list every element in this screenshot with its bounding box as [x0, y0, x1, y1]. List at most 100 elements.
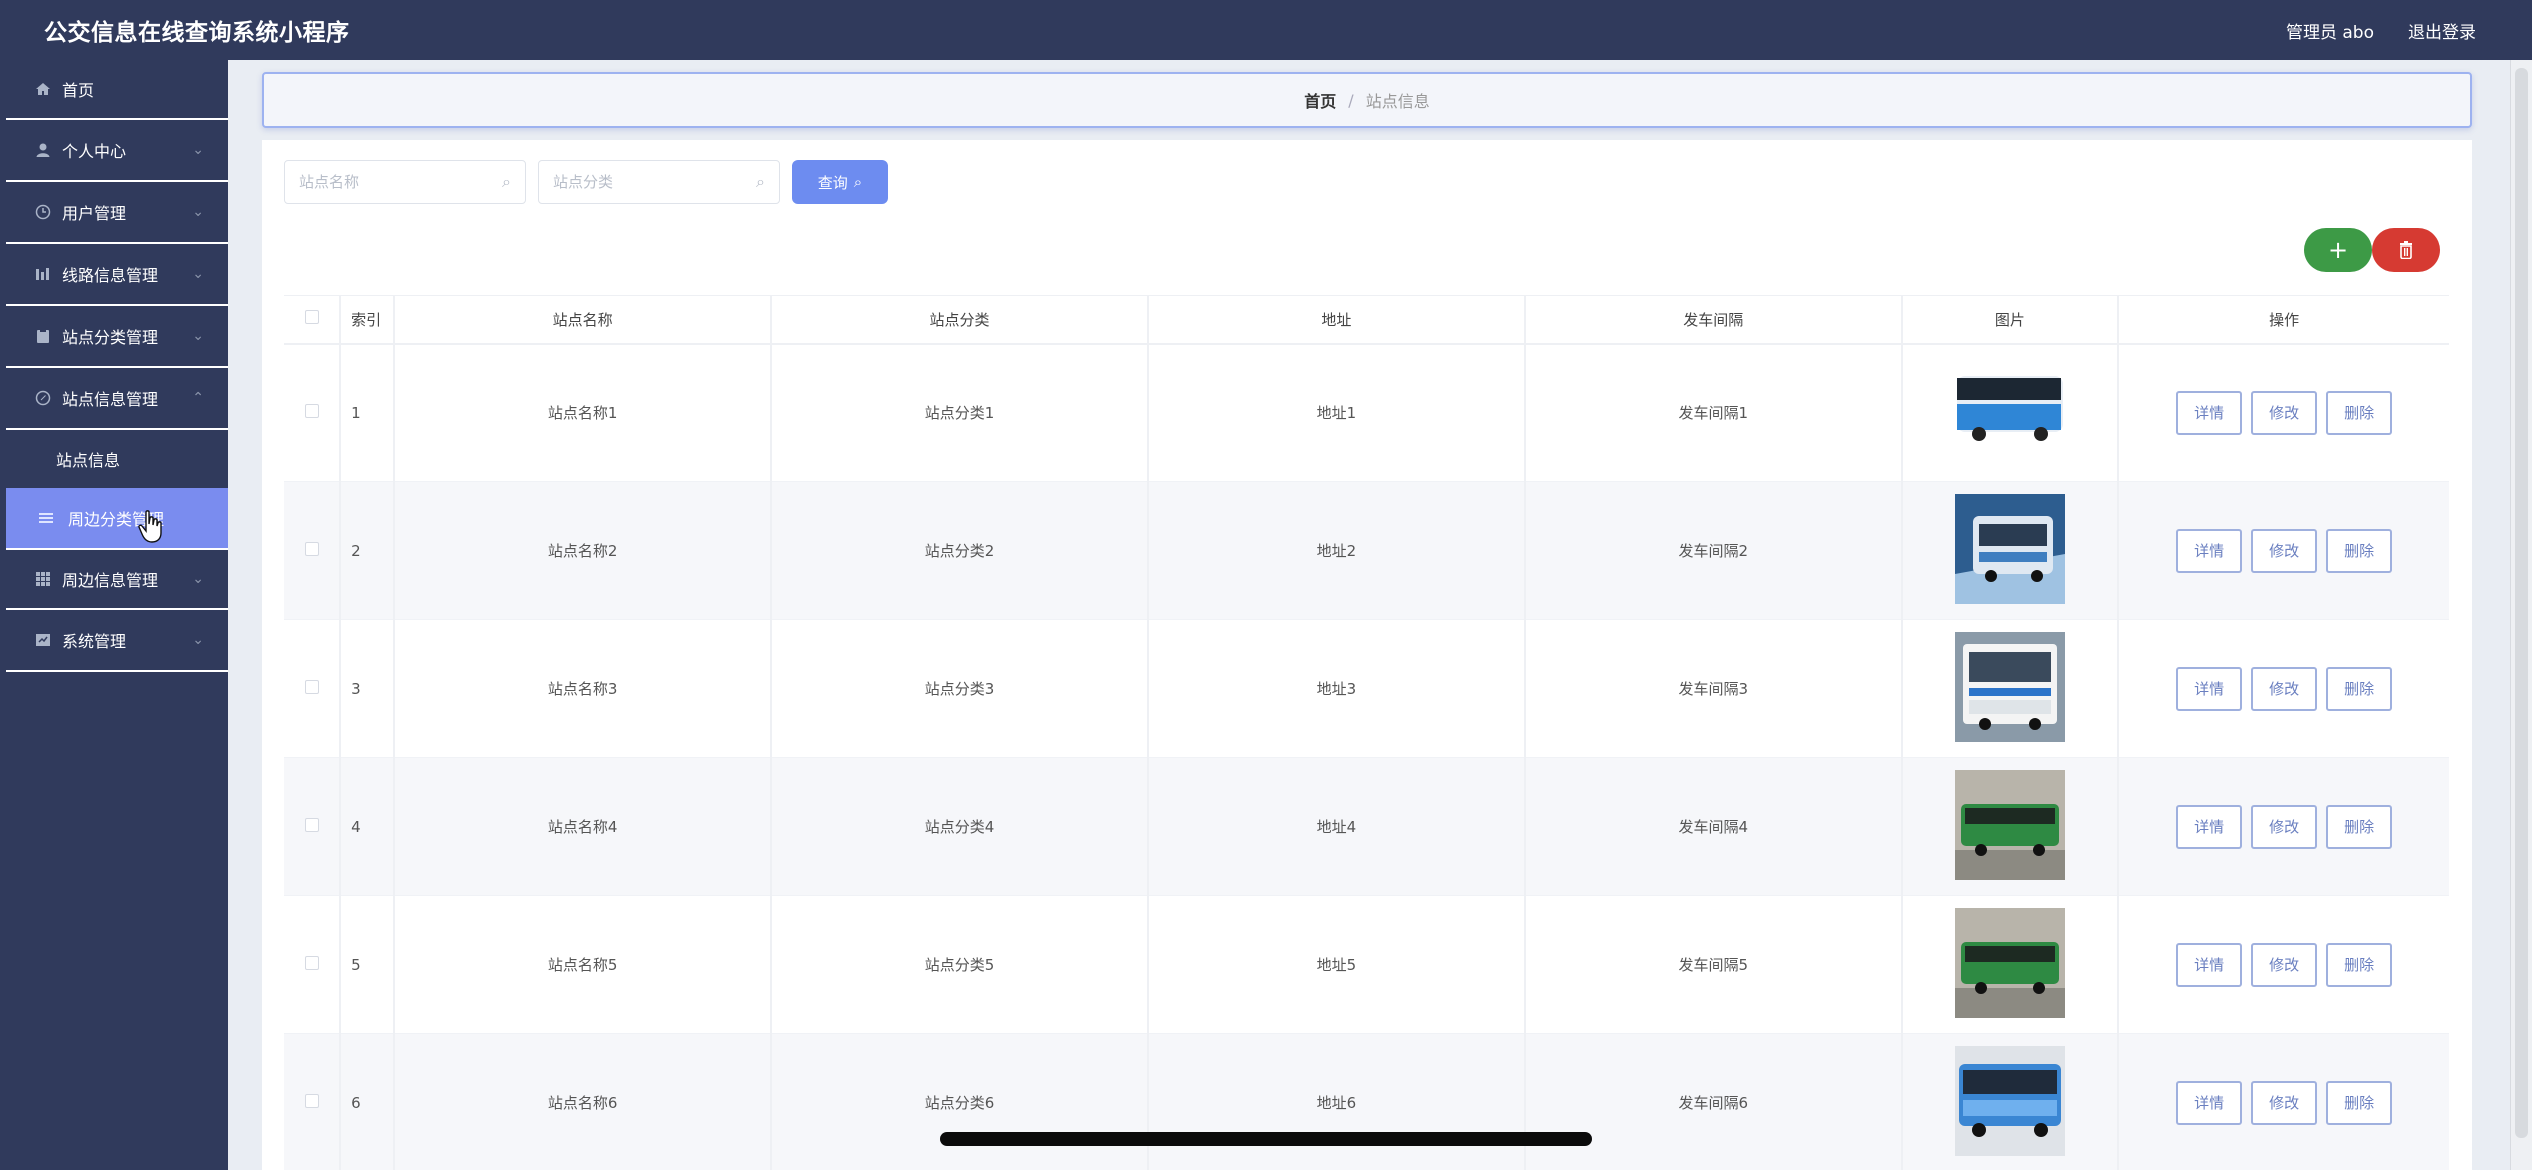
table-row: 2 站点名称2 站点分类2 地址2 发车间隔2 详情 修改 删除: [284, 481, 2449, 620]
row-checkbox[interactable]: [304, 1093, 319, 1108]
bus-thumbnail[interactable]: [1954, 493, 2065, 604]
sidebar-subitem-station-info[interactable]: 站点信息: [6, 430, 228, 488]
sidebar-item-label: 首页: [62, 81, 95, 100]
detail-button[interactable]: 详情: [2176, 1080, 2243, 1125]
row-interval: 发车间隔1: [1524, 343, 1903, 482]
sidebar-item-surrounding-info-management[interactable]: 周边信息管理 ⌄: [6, 548, 228, 610]
row-address: 地址5: [1147, 895, 1526, 1034]
query-button[interactable]: 查询 ⌕: [792, 160, 888, 204]
row-checkbox[interactable]: [304, 679, 319, 694]
row-image-cell: [1901, 757, 2120, 896]
row-station-name: 站点名称1: [394, 343, 773, 482]
detail-button[interactable]: 详情: [2176, 390, 2243, 435]
header-operations: 操作: [2118, 295, 2449, 345]
station-category-input[interactable]: [553, 173, 757, 191]
chevron-down-icon: ⌄: [192, 571, 204, 587]
edit-button[interactable]: 修改: [2251, 390, 2318, 435]
edit-button[interactable]: 修改: [2251, 666, 2318, 711]
sidebar-item-system-management[interactable]: 系统管理 ⌄: [6, 610, 228, 672]
row-address: 地址1: [1147, 343, 1526, 482]
add-button[interactable]: +: [2304, 228, 2372, 272]
row-interval: 发车间隔3: [1524, 619, 1903, 758]
select-all-checkbox[interactable]: [304, 310, 319, 325]
clipboard-icon: [32, 328, 54, 344]
table-row: 5 站点名称5 站点分类5 地址5 发车间隔5 详情 修改 删除: [284, 895, 2449, 1034]
delete-button[interactable]: 删除: [2326, 528, 2393, 573]
detail-button[interactable]: 详情: [2176, 666, 2243, 711]
edit-button[interactable]: 修改: [2251, 528, 2318, 573]
row-checkbox-cell: [284, 1033, 342, 1170]
sidebar-subitem-surrounding-category[interactable]: 周边分类管理: [6, 488, 228, 548]
header-image: 图片: [1901, 295, 2120, 345]
row-image-cell: [1901, 481, 2120, 620]
sidebar-item-personal-center[interactable]: 个人中心 ⌄: [6, 120, 228, 182]
home-indicator[interactable]: [940, 1132, 1592, 1146]
delete-button[interactable]: 删除: [2326, 390, 2393, 435]
sidebar-item-station-info-management[interactable]: 站点信息管理 ⌃: [6, 368, 228, 430]
table-header-row: 索引 站点名称 站点分类 地址 发车间隔 图片 操作: [284, 295, 2449, 345]
row-checkbox[interactable]: [304, 403, 319, 418]
row-index: 4: [340, 757, 396, 896]
detail-button[interactable]: 详情: [2176, 942, 2243, 987]
admin-label: 管理员 abo: [2285, 22, 2374, 43]
row-checkbox[interactable]: [304, 955, 319, 970]
sidebar: 首页 个人中心 ⌄ 用户管理 ⌄ 线路信息管理 ⌄ 站点分类管理 ⌄ 站点信息管…: [0, 60, 228, 1170]
delete-button[interactable]: 删除: [2326, 666, 2393, 711]
station-name-input[interactable]: [299, 173, 503, 191]
top-right-actions: 管理员 abo 退出登录: [2286, 0, 2476, 60]
row-image-cell: [1901, 619, 2120, 758]
header-address: 地址: [1147, 295, 1526, 345]
row-checkbox[interactable]: [304, 541, 319, 556]
header-index: 索引: [340, 295, 396, 345]
row-index: 1: [340, 343, 396, 482]
bus-thumbnail[interactable]: [1954, 769, 2065, 880]
row-station-category: 站点分类1: [771, 343, 1149, 482]
row-station-name: 站点名称2: [394, 481, 773, 620]
vertical-scrollbar[interactable]: [2510, 60, 2532, 1170]
grid-icon: [32, 571, 54, 587]
bar-icon: [32, 266, 54, 282]
sidebar-item-route-management[interactable]: 线路信息管理 ⌄: [6, 244, 228, 306]
detail-button[interactable]: 详情: [2176, 804, 2243, 849]
delete-button[interactable]: 删除: [2326, 1080, 2393, 1125]
list-icon: [38, 510, 60, 526]
bus-thumbnail[interactable]: [1954, 1045, 2065, 1156]
delete-button[interactable]: 删除: [2326, 804, 2393, 849]
delete-button[interactable]: 删除: [2326, 942, 2393, 987]
row-interval: 发车间隔2: [1524, 481, 1903, 620]
header-station-category: 站点分类: [771, 295, 1149, 345]
sidebar-item-label: 站点分类管理: [62, 328, 159, 347]
row-index: 6: [340, 1033, 396, 1170]
bus-thumbnail[interactable]: [1954, 907, 2065, 1018]
sidebar-item-user-management[interactable]: 用户管理 ⌄: [6, 182, 228, 244]
row-checkbox-cell: [284, 343, 342, 482]
bus-thumbnail[interactable]: [1954, 355, 2065, 466]
row-checkbox[interactable]: [304, 817, 319, 832]
row-actions-cell: 详情 修改 删除: [2118, 343, 2449, 482]
scrollbar-thumb[interactable]: [2515, 68, 2528, 1138]
row-station-category: 站点分类6: [771, 1033, 1149, 1170]
sidebar-item-station-category-management[interactable]: 站点分类管理 ⌄: [6, 306, 228, 368]
edit-button[interactable]: 修改: [2251, 1080, 2318, 1125]
batch-delete-button[interactable]: [2372, 228, 2440, 272]
sidebar-item-home[interactable]: 首页: [6, 60, 228, 120]
row-station-category: 站点分类2: [771, 481, 1149, 620]
app-title: 公交信息在线查询系统小程序: [44, 20, 350, 46]
row-station-category: 站点分类4: [771, 757, 1149, 896]
row-address: 地址4: [1147, 757, 1526, 896]
logout-link[interactable]: 退出登录: [2408, 18, 2476, 43]
edit-button[interactable]: 修改: [2251, 804, 2318, 849]
row-interval: 发车间隔6: [1524, 1033, 1903, 1170]
row-station-category: 站点分类5: [771, 895, 1149, 1034]
row-checkbox-cell: [284, 619, 342, 758]
bus-thumbnail[interactable]: [1954, 631, 2065, 742]
sidebar-subitem-label: 站点信息: [56, 451, 121, 470]
table-row: 3 站点名称3 站点分类3 地址3 发车间隔3 详情 修改 删除: [284, 619, 2449, 758]
main-content: ⌕ ⌕ 查询 ⌕ + 索引 站点名称 站点分类 地址 发车间隔 图片 操作: [262, 140, 2472, 1170]
breadcrumb-home[interactable]: 首页: [1304, 88, 1336, 112]
row-index: 2: [340, 481, 396, 620]
chevron-down-icon: ⌄: [192, 142, 204, 158]
edit-button[interactable]: 修改: [2251, 942, 2318, 987]
detail-button[interactable]: 详情: [2176, 528, 2243, 573]
breadcrumb-separator: /: [1348, 90, 1354, 110]
